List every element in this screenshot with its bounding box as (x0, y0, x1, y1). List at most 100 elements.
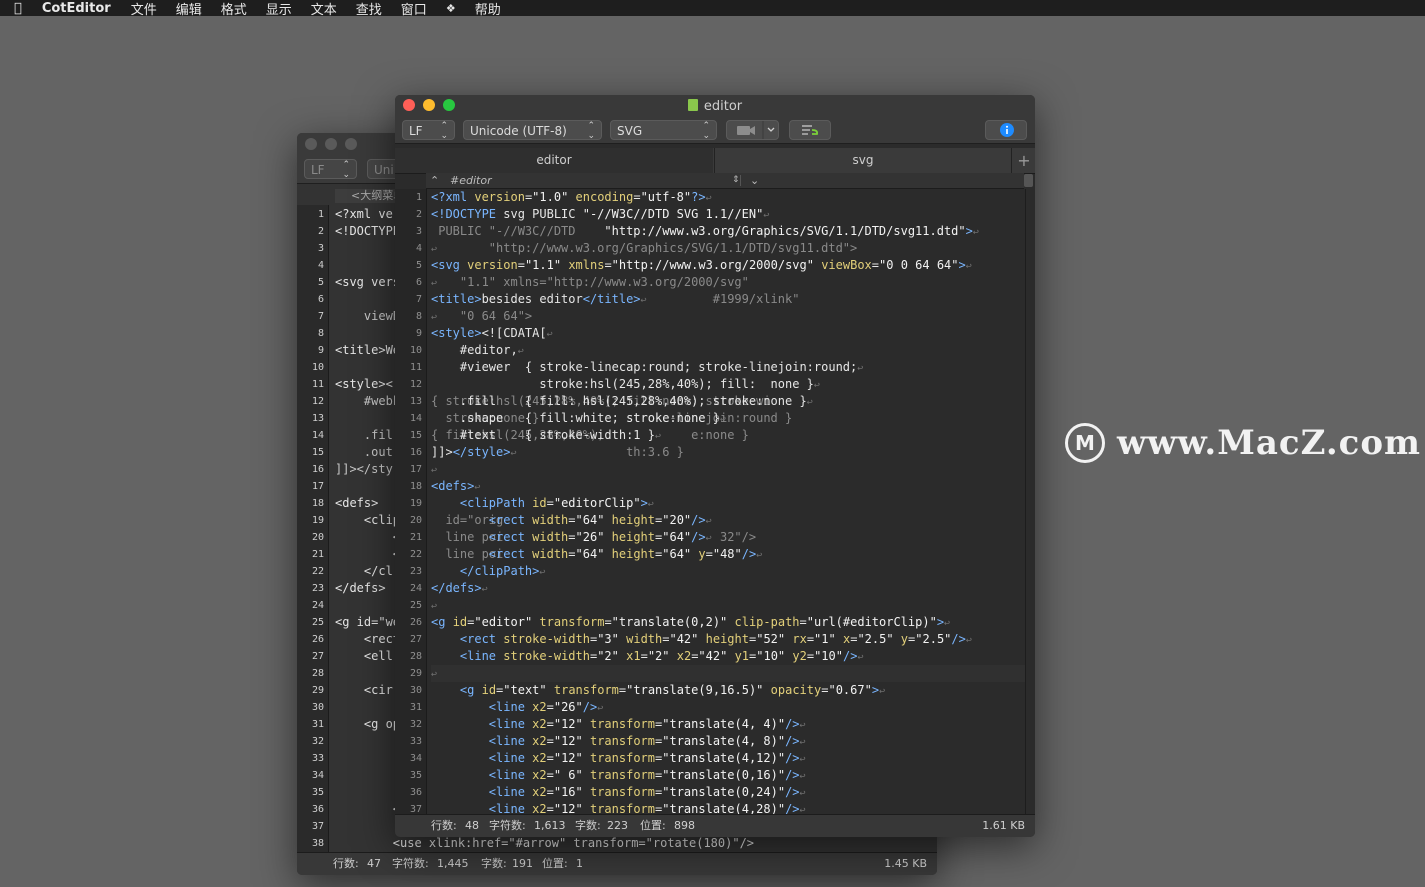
line-number: 14 (409, 413, 422, 424)
script-menu-icon[interactable]: ❖ (446, 2, 456, 15)
updown-arrow-icon[interactable]: ⇕ (732, 173, 740, 188)
status-chars-label: 字符数: (392, 857, 429, 870)
status-words-value: 223 (607, 819, 628, 832)
editor-window[interactable]: editor LF ⌃ ⌄ Unicode (UTF-8) ⌃ ⌄ SVG ⌃ ⌄ (395, 95, 1035, 837)
updown-arrow-icon: ⌃ ⌄ (702, 121, 710, 141)
line-number: 27 (311, 651, 324, 662)
split-editor-button[interactable] (1024, 174, 1033, 187)
line-number: 18 (311, 498, 324, 509)
menu-window[interactable]: 窗口 (401, 0, 427, 18)
line-number: 8 (317, 328, 324, 339)
updown-arrow-icon: ⌃ ⌄ (440, 121, 448, 141)
line-number: 24 (311, 600, 324, 611)
menu-view[interactable]: 显示 (266, 0, 292, 18)
line-number: 19 (409, 498, 422, 509)
window-title-text: editor (703, 99, 743, 114)
tab-editor[interactable]: editor (395, 148, 713, 173)
menu-format[interactable]: 格式 (221, 0, 247, 18)
line-number: 35 (311, 787, 324, 798)
code-editor-text[interactable]: PUBLIC "-//W3C//DTD "http://www.w3.org/G… (431, 189, 1025, 815)
tab-svg[interactable]: svg (714, 148, 1011, 173)
line-number: 7 (415, 294, 422, 305)
vertical-scrollbar[interactable] (1025, 189, 1035, 815)
line-number: 34 (311, 770, 324, 781)
status-lines-label: 行数: (333, 857, 359, 870)
inspector-button[interactable] (985, 120, 1027, 140)
navigator-divider (740, 175, 741, 186)
text-wrap-button[interactable] (789, 120, 831, 140)
encoding-popup[interactable]: Unicode (UTF-8) ⌃ ⌄ (463, 120, 602, 141)
status-position-label: 位置: (542, 857, 568, 870)
code-line: <clip (335, 513, 401, 527)
status-position-value: 898 (674, 819, 695, 832)
plus-icon: + (1017, 151, 1031, 170)
code-line: <cir (335, 683, 393, 697)
line-number: 15 (311, 447, 324, 458)
line-number: 1 (317, 209, 324, 220)
menu-edit[interactable]: 编辑 (176, 0, 202, 18)
code-line: <ell (335, 649, 393, 663)
status-file-size: 1.61 KB (982, 819, 1025, 832)
line-number: 6 (317, 294, 324, 305)
line-number: 14 (311, 430, 324, 441)
zoom-button[interactable] (345, 138, 357, 150)
syntax-popup[interactable]: SVG ⌃ ⌄ (610, 120, 717, 141)
tab-bar: editor svg + (395, 148, 1035, 174)
line-number: 8 (415, 311, 422, 322)
tab-editor-label: editor (536, 153, 572, 167)
line-number: 1 (415, 192, 422, 203)
line-number: 5 (317, 277, 324, 288)
line-number: 30 (409, 685, 422, 696)
code-line: <?xml ve (335, 207, 393, 221)
line-ending-popup[interactable]: LF ⌃ ⌄ (304, 159, 357, 180)
document-icon (687, 99, 698, 111)
line-number: 22 (311, 566, 324, 577)
app-menu[interactable]: CotEditor (42, 1, 111, 16)
line-number: 29 (311, 685, 324, 696)
line-number: 27 (409, 634, 422, 645)
code-line: #webk (335, 394, 401, 408)
status-words-value: 191 (512, 857, 533, 870)
line-ending-value: LF (409, 124, 423, 138)
line-number: 37 (311, 821, 324, 832)
line-number: 10 (409, 345, 422, 356)
outline-menu[interactable]: #editor (450, 173, 492, 188)
menu-find[interactable]: 查找 (356, 0, 382, 18)
line-number: 12 (311, 396, 324, 407)
status-bar: 行数: 47 字符数: 1,445 字数: 191 位置: 1 1.45 KB (297, 852, 937, 875)
status-chars-value: 1,613 (534, 819, 566, 832)
new-tab-button[interactable]: + (1011, 148, 1035, 173)
menu-help[interactable]: 帮助 (475, 0, 501, 18)
code-line: <rect (335, 632, 401, 646)
line-number: 35 (409, 770, 422, 781)
line-number: 17 (409, 464, 422, 475)
code-line: <use xlink:href="#arrow" transform="rota… (335, 836, 755, 850)
line-number: 18 (409, 481, 422, 492)
encoding-value: Uni (374, 163, 394, 177)
syntax-value: SVG (617, 124, 643, 138)
status-lines-value: 48 (465, 819, 479, 832)
navigation-bar: ⌃ #editor ⇕ ⌄ (426, 173, 1024, 189)
line-number: 21 (311, 549, 324, 560)
watermark-text: www.MacZ.com (1117, 423, 1422, 463)
menu-file[interactable]: 文件 (131, 0, 157, 18)
status-file-size: 1.45 KB (884, 857, 927, 870)
line-number: 16 (409, 447, 422, 458)
encoding-value: Unicode (UTF-8) (470, 124, 567, 138)
chevron-up-icon[interactable]: ⌃ (430, 173, 439, 188)
line-number: 19 (311, 515, 324, 526)
menu-text[interactable]: 文本 (311, 0, 337, 18)
minimize-button[interactable] (325, 138, 337, 150)
chevron-down-icon[interactable]: ⌄ (750, 173, 759, 188)
apple-icon[interactable]:  (14, 1, 22, 16)
watermark-logo-letter: M (1075, 431, 1095, 455)
status-bar: 行数: 48 字符数: 1,613 字数: 223 位置: 898 1.61 K… (395, 814, 1035, 837)
line-number: 3 (317, 243, 324, 254)
line-ending-popup[interactable]: LF ⌃ ⌄ (402, 120, 455, 141)
code-line: .out (335, 445, 393, 459)
status-chars-value: 1,445 (437, 857, 469, 870)
line-number: 36 (409, 787, 422, 798)
tab-svg-label: svg (852, 153, 874, 167)
share-button[interactable] (726, 120, 779, 140)
close-button[interactable] (305, 138, 317, 150)
